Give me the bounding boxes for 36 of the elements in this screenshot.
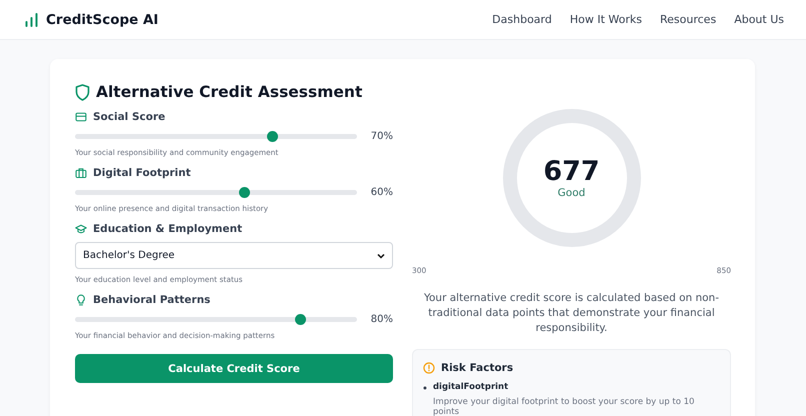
shield-icon [75,84,90,100]
slider-thumb[interactable] [295,314,306,325]
nav-link[interactable]: Dashboard [492,13,552,26]
briefcase-icon [75,167,87,179]
slider-thumb[interactable] [266,131,278,142]
slider-track[interactable] [75,134,357,139]
risk-title: Risk Factors [441,362,514,374]
graduation-cap-icon [75,223,87,235]
calculate-button[interactable]: Calculate Credit Score [75,354,393,383]
brand-name: CreditScope AI [46,12,158,28]
nav-link[interactable]: About Us [734,13,784,26]
bullet-icon [423,386,427,390]
slider-value: 70% [370,131,393,142]
nav-link[interactable]: Resources [660,13,716,26]
dropdown-field[interactable]: Bachelor's Degree [75,242,393,269]
lightbulb-icon [75,294,87,306]
slider-track[interactable] [75,317,357,322]
bar-chart-icon [25,12,38,26]
factor-label: Behavioral Patterns [93,294,210,306]
warning-icon [423,362,435,374]
slider-value: 80% [370,314,393,325]
risk-advice: Improve your digital footprint to boost your score by up to 10 points [432,396,696,416]
caret-icon [377,252,385,258]
factor-label: Social Score [93,111,166,123]
factor-label: Digital Footprint [93,167,191,179]
score-explanation: Your alternative credit score is calculated based on non-traditional data points that demonstrate your financial responsibility. [422,291,720,336]
page-title: Alternative Credit Assessment [96,83,362,101]
credit-score: 677 [543,158,600,184]
slider-track[interactable] [75,190,357,195]
slider-value: 60% [370,187,393,198]
factor-label: Education & Employment [93,223,242,235]
slider-thumb[interactable] [238,187,250,198]
nav-link[interactable]: How It Works [570,13,642,26]
card-icon [75,111,87,123]
risk-name: digitalFootprint [432,382,510,392]
score-rating: Good [558,186,586,198]
